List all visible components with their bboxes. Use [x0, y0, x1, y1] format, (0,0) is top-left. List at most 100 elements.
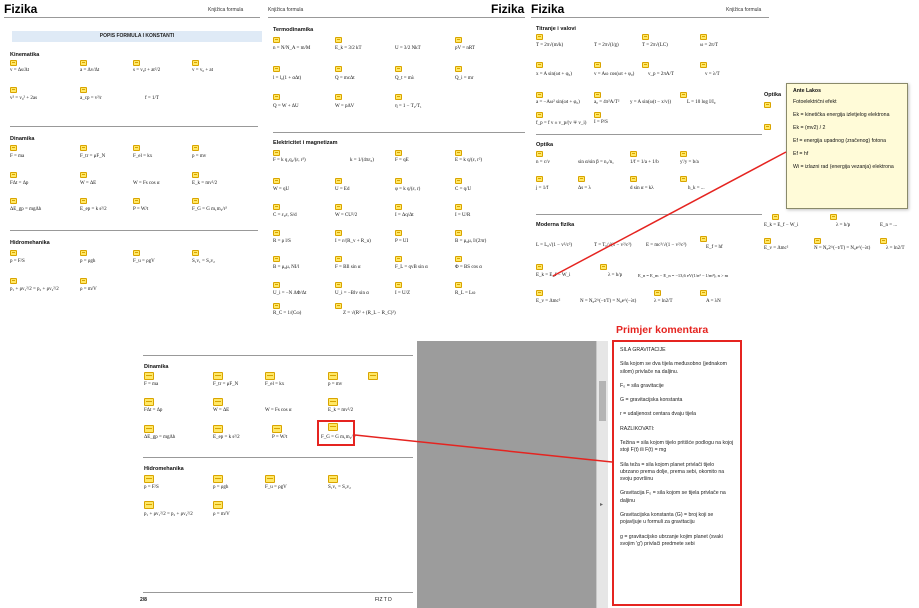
comment-note-icon[interactable] [335, 66, 342, 72]
comment-note-icon[interactable] [192, 172, 199, 178]
comment-note-icon[interactable] [192, 198, 199, 204]
comment-note-icon[interactable] [455, 66, 462, 72]
comment-note-icon[interactable] [144, 501, 154, 509]
comment-note-icon[interactable] [335, 230, 342, 236]
comment-note-icon[interactable] [273, 282, 280, 288]
comment-note-icon[interactable] [395, 256, 402, 262]
comment-note-icon[interactable] [273, 230, 280, 236]
comment-note-icon[interactable] [272, 425, 282, 433]
comment-note-icon[interactable] [80, 198, 87, 204]
comment-note-icon[interactable] [700, 236, 707, 242]
comment-note-icon[interactable] [10, 250, 17, 256]
comment-note-icon[interactable] [630, 151, 637, 157]
comment-note-icon[interactable] [594, 62, 601, 68]
comment-note-icon[interactable] [273, 303, 280, 309]
comment-note-icon[interactable] [273, 204, 280, 210]
comment-note-icon[interactable] [10, 87, 17, 93]
comment-note-icon[interactable] [144, 475, 154, 483]
comment-note-icon[interactable] [133, 60, 140, 66]
comment-note-icon[interactable] [80, 87, 87, 93]
comment-note-icon[interactable] [213, 425, 223, 433]
comment-note-icon[interactable] [680, 92, 687, 98]
comment-note-icon[interactable] [395, 66, 402, 72]
comment-note-icon[interactable] [335, 178, 342, 184]
comment-note-icon[interactable] [455, 37, 462, 43]
comment-note-icon[interactable] [536, 92, 543, 98]
comment-note-icon[interactable] [764, 238, 771, 244]
comment-note-icon[interactable] [536, 62, 543, 68]
comment-panel-scrollbar[interactable]: ▸ [596, 341, 608, 608]
comment-note-icon[interactable] [273, 150, 280, 156]
comment-note-icon[interactable] [395, 178, 402, 184]
comment-note-icon[interactable] [642, 34, 649, 40]
comment-note-icon[interactable] [455, 150, 462, 156]
comment-note-icon[interactable] [335, 303, 342, 309]
comment-note-icon[interactable] [654, 290, 661, 296]
comment-note-icon[interactable] [144, 425, 154, 433]
comment-note-icon[interactable] [536, 264, 543, 270]
comment-note-icon[interactable] [144, 372, 154, 380]
comment-note-icon[interactable] [594, 92, 601, 98]
collapse-arrow-icon[interactable]: ▸ [600, 501, 603, 508]
comment-note-icon[interactable] [213, 501, 223, 509]
example-comment-box[interactable]: SILA GRAVITACIJE Sila kojom se dva tijel… [612, 340, 742, 606]
comment-note-icon[interactable] [830, 214, 837, 220]
comment-note-icon[interactable] [700, 34, 707, 40]
comment-note-icon[interactable] [455, 204, 462, 210]
comment-note-icon[interactable] [880, 238, 887, 244]
comment-note-icon[interactable] [536, 151, 543, 157]
comment-note-icon[interactable] [455, 230, 462, 236]
comment-note-icon[interactable] [273, 37, 280, 43]
comment-note-icon[interactable] [133, 145, 140, 151]
comment-popup[interactable]: Ante Lakos Fotoelektrični efekt Ek = kin… [786, 83, 908, 209]
comment-note-icon[interactable] [536, 176, 543, 182]
comment-note-icon[interactable] [80, 145, 87, 151]
comment-note-icon[interactable] [10, 145, 17, 151]
comment-note-icon[interactable] [680, 151, 687, 157]
comment-note-icon[interactable] [335, 282, 342, 288]
scrollbar-thumb[interactable] [599, 381, 606, 421]
comment-note-icon[interactable] [273, 94, 280, 100]
comment-note-icon[interactable] [80, 250, 87, 256]
comment-note-icon[interactable] [578, 176, 585, 182]
comment-note-icon[interactable] [395, 94, 402, 100]
comment-note-icon[interactable] [144, 398, 154, 406]
comment-note-icon[interactable] [680, 176, 687, 182]
comment-note-icon[interactable] [536, 34, 543, 40]
comment-note-icon[interactable] [192, 60, 199, 66]
comment-note-icon[interactable] [395, 230, 402, 236]
comment-note-icon[interactable] [328, 398, 338, 406]
comment-note-icon[interactable] [536, 112, 543, 118]
comment-note-icon[interactable] [10, 198, 17, 204]
comment-note-icon[interactable] [335, 94, 342, 100]
comment-note-icon[interactable] [764, 124, 771, 130]
comment-note-icon[interactable] [328, 372, 338, 380]
comment-note-icon[interactable] [594, 112, 601, 118]
comment-note-icon[interactable] [368, 372, 378, 380]
highlighted-formula-box[interactable] [317, 420, 355, 446]
comment-note-icon[interactable] [213, 475, 223, 483]
comment-note-icon[interactable] [80, 60, 87, 66]
comment-note-icon[interactable] [273, 178, 280, 184]
comment-note-icon[interactable] [700, 290, 707, 296]
comment-note-icon[interactable] [395, 204, 402, 210]
comment-note-icon[interactable] [814, 238, 821, 244]
comment-note-icon[interactable] [395, 150, 402, 156]
comment-note-icon[interactable] [133, 250, 140, 256]
comment-note-icon[interactable] [265, 372, 275, 380]
comment-note-icon[interactable] [335, 256, 342, 262]
comment-note-icon[interactable] [455, 256, 462, 262]
comment-note-icon[interactable] [455, 178, 462, 184]
comment-note-icon[interactable] [700, 62, 707, 68]
comment-note-icon[interactable] [772, 214, 779, 220]
comment-note-icon[interactable] [642, 62, 649, 68]
comment-note-icon[interactable] [80, 278, 87, 284]
comment-note-icon[interactable] [10, 172, 17, 178]
comment-note-icon[interactable] [335, 37, 342, 43]
comment-note-icon[interactable] [630, 176, 637, 182]
comment-note-icon[interactable] [395, 282, 402, 288]
comment-note-icon[interactable] [10, 278, 17, 284]
comment-note-icon[interactable] [536, 290, 543, 296]
comment-note-icon[interactable] [265, 475, 275, 483]
comment-note-icon[interactable] [273, 66, 280, 72]
